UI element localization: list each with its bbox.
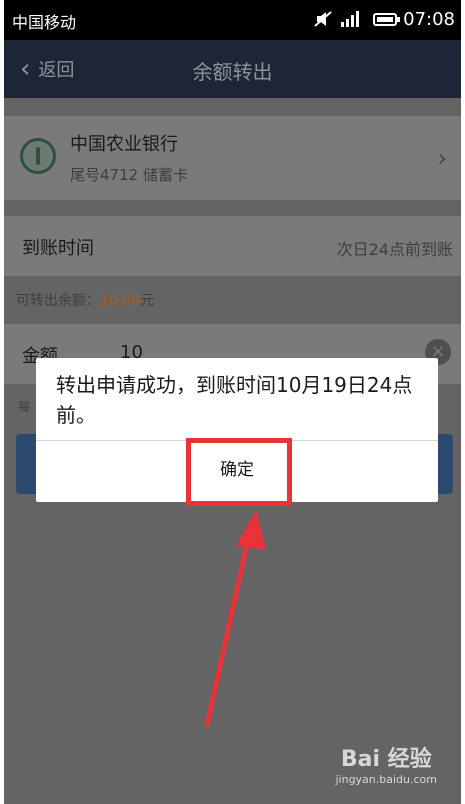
watermark-site: jingyan.baidu.com	[335, 773, 437, 786]
phone-screen: 中国移动 07:08 ‹ 返回 余额转出 中国农业银行 尾号4712 储蓄卡 ›…	[4, 0, 461, 804]
annotation-arrow	[204, 510, 266, 728]
watermark-brand: Bai 经验	[340, 747, 432, 772]
baidu-jingyan-watermark: Bai 经验 jingyan.baidu.com	[335, 741, 437, 786]
